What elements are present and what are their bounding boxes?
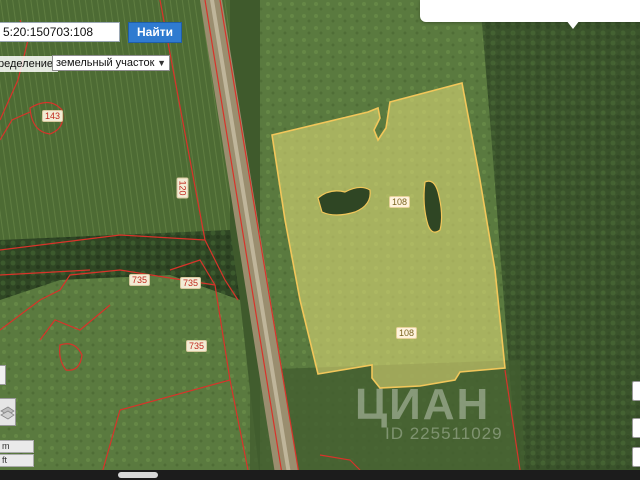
meadow-field (0, 275, 260, 480)
parcel-label-120[interactable]: 120 (176, 177, 189, 199)
horizontal-scrollbar[interactable] (0, 470, 640, 480)
info-popup[interactable] (420, 0, 640, 22)
cadastral-search-input[interactable]: 5:20:150703:108 (0, 22, 120, 42)
definition-label: ределение: (0, 56, 59, 72)
zoom-control[interactable] (0, 365, 6, 385)
parcel-label-735-a[interactable]: 735 (129, 274, 151, 286)
layers-icon[interactable] (0, 398, 16, 426)
scrollbar-thumb[interactable] (118, 472, 158, 478)
right-control-bottom[interactable] (632, 447, 640, 467)
right-control-top[interactable] (632, 381, 640, 401)
parcel-label-735-c[interactable]: 735 (186, 340, 208, 352)
scale-bar-meters: m (0, 440, 34, 453)
parcel-label-108-top[interactable]: 108 (389, 196, 411, 208)
parcel-label-143[interactable]: 143 (42, 110, 64, 122)
parcel-label-735-b[interactable]: 735 (180, 277, 202, 289)
watermark-logo: ЦИАН (355, 380, 491, 429)
satellite-map[interactable] (0, 0, 640, 480)
watermark-id: ID 225511029 (385, 424, 503, 443)
popup-pointer (566, 20, 580, 29)
scale-bar-feet: ft (0, 454, 34, 467)
parcel-label-108-bottom[interactable]: 108 (396, 327, 418, 339)
chevron-down-icon: ▼ (157, 58, 166, 68)
find-button[interactable]: Найти (128, 22, 182, 43)
definition-select-value: земельный участок (56, 57, 155, 69)
right-control-middle[interactable] (632, 418, 640, 438)
definition-select[interactable]: земельный участок ▼ (52, 55, 170, 71)
